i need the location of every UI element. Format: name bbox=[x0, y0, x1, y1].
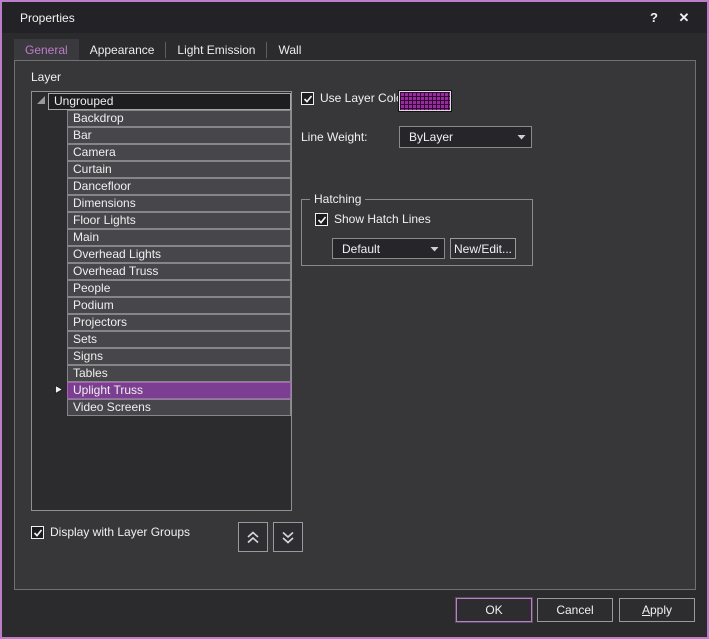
cancel-button[interactable]: Cancel bbox=[537, 598, 613, 622]
selection-arrow-icon bbox=[55, 385, 63, 394]
tree-row[interactable]: Overhead Lights bbox=[67, 246, 291, 263]
line-weight-label: Line Weight: bbox=[301, 130, 368, 144]
tree-row[interactable]: Bar bbox=[67, 127, 291, 144]
tab-light-emission[interactable]: Light Emission bbox=[166, 39, 266, 60]
tab-appearance-label: Appearance bbox=[90, 43, 155, 57]
apply-button[interactable]: Apply bbox=[619, 598, 695, 622]
tree-row[interactable]: Signs bbox=[67, 348, 291, 365]
line-weight-value: ByLayer bbox=[400, 130, 511, 144]
show-hatch-lines-label: Show Hatch Lines bbox=[334, 212, 431, 226]
check-icon bbox=[33, 529, 43, 538]
window-title: Properties bbox=[20, 11, 75, 25]
tree-row[interactable]: Backdrop bbox=[67, 110, 291, 127]
display-with-layer-groups-label: Display with Layer Groups bbox=[50, 525, 190, 539]
line-weight-dropdown[interactable]: ByLayer bbox=[399, 126, 532, 148]
tree-row[interactable]: Dimensions bbox=[67, 195, 291, 212]
tab-appearance[interactable]: Appearance bbox=[79, 39, 166, 60]
tree-row[interactable]: Projectors bbox=[67, 314, 291, 331]
tab-light-emission-label: Light Emission bbox=[177, 43, 255, 57]
hatch-pattern-value: Default bbox=[333, 242, 424, 256]
tree-row[interactable]: People bbox=[67, 280, 291, 297]
use-layer-color-label: Use Layer Color bbox=[320, 91, 407, 105]
tree-row[interactable]: Curtain bbox=[67, 161, 291, 178]
move-layer-down-button[interactable] bbox=[273, 522, 303, 552]
hatch-pattern-dropdown[interactable]: Default bbox=[332, 238, 445, 259]
tree-row[interactable]: Overhead Truss bbox=[67, 263, 291, 280]
properties-dialog: Properties ? ✕ General Appearance Light … bbox=[0, 0, 709, 639]
close-icon: ✕ bbox=[679, 10, 690, 26]
apply-mnemonic: A bbox=[642, 603, 650, 617]
checkbox-box[interactable] bbox=[31, 526, 44, 539]
checkbox-box[interactable] bbox=[301, 92, 314, 105]
tree-row[interactable]: Floor Lights bbox=[67, 212, 291, 229]
display-with-layer-groups-checkbox[interactable]: Display with Layer Groups bbox=[31, 525, 190, 539]
help-icon: ? bbox=[650, 10, 658, 25]
hatching-groupbox: Hatching Show Hatch Lines Default New/Ed… bbox=[301, 199, 533, 266]
double-chevron-down-icon bbox=[281, 531, 295, 544]
help-button[interactable]: ? bbox=[641, 5, 667, 30]
chevron-down-icon bbox=[424, 246, 444, 252]
tree-row[interactable]: Video Screens bbox=[67, 399, 291, 416]
chevron-down-icon bbox=[511, 134, 531, 140]
layer-color-swatch[interactable] bbox=[399, 91, 451, 111]
general-tab-panel: Layer Ungrouped Backdrop Bar Camera Curt… bbox=[14, 60, 696, 590]
apply-rest: pply bbox=[650, 603, 672, 617]
layer-tree: Ungrouped Backdrop Bar Camera Curtain Da… bbox=[31, 91, 292, 511]
title-bar: Properties ? ✕ bbox=[2, 2, 707, 33]
tab-strip: General Appearance Light Emission Wall bbox=[14, 33, 312, 60]
tab-general[interactable]: General bbox=[14, 39, 79, 60]
tree-expand-icon[interactable] bbox=[37, 96, 46, 105]
new-edit-button[interactable]: New/Edit... bbox=[450, 238, 516, 259]
tree-row-selected[interactable]: Uplight Truss bbox=[67, 382, 291, 399]
tab-wall-label: Wall bbox=[278, 43, 301, 57]
check-icon bbox=[317, 216, 327, 225]
tree-row[interactable]: Dancefloor bbox=[67, 178, 291, 195]
ok-button[interactable]: OK bbox=[456, 598, 532, 622]
close-button[interactable]: ✕ bbox=[671, 5, 697, 30]
layer-section-label: Layer bbox=[31, 70, 61, 84]
tree-row[interactable]: Camera bbox=[67, 144, 291, 161]
check-icon bbox=[303, 95, 313, 104]
show-hatch-lines-checkbox[interactable]: Show Hatch Lines bbox=[315, 212, 431, 226]
tree-row[interactable]: Podium bbox=[67, 297, 291, 314]
tree-row[interactable]: Sets bbox=[67, 331, 291, 348]
tree-row-ungrouped[interactable]: Ungrouped bbox=[48, 93, 291, 110]
move-layer-up-button[interactable] bbox=[238, 522, 268, 552]
tree-row[interactable]: Main bbox=[67, 229, 291, 246]
hatching-label: Hatching bbox=[310, 192, 365, 206]
double-chevron-up-icon bbox=[246, 531, 260, 544]
tab-wall[interactable]: Wall bbox=[267, 39, 312, 60]
use-layer-color-checkbox[interactable]: Use Layer Color bbox=[301, 91, 407, 105]
tree-row[interactable]: Tables bbox=[67, 365, 291, 382]
checkbox-box[interactable] bbox=[315, 213, 328, 226]
tab-general-label: General bbox=[25, 43, 68, 57]
